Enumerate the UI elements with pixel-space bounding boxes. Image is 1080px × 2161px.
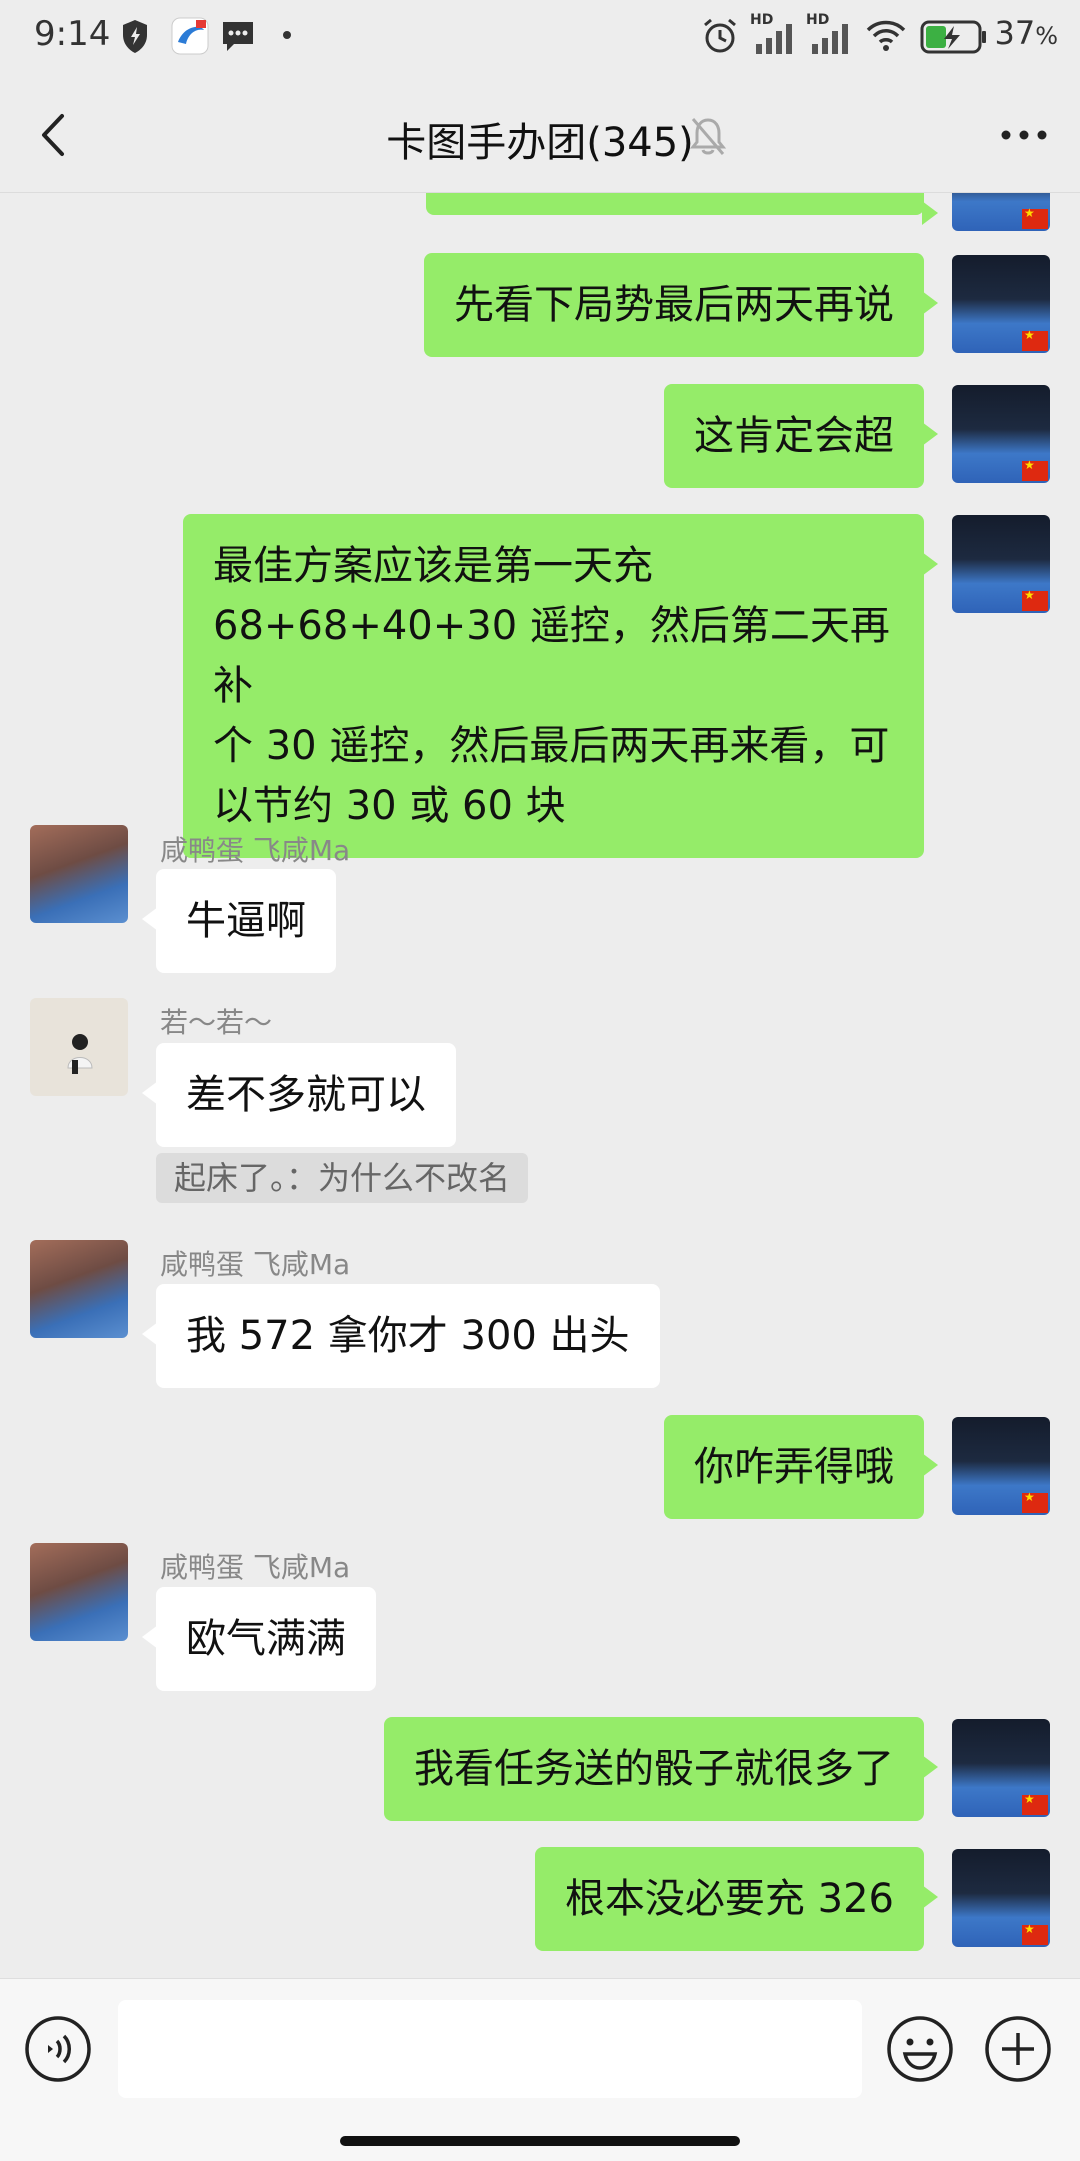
more-dots-icon[interactable]: [994, 110, 1054, 160]
plus-icon[interactable]: [984, 2015, 1052, 2083]
avatar-self[interactable]: [952, 1719, 1050, 1817]
quoted-reply[interactable]: 起床了。：为什么不改名: [156, 1153, 529, 1203]
message-bubble-incoming[interactable]: 欧气满满: [142, 1587, 376, 1691]
person-photo-icon: [67, 1034, 93, 1074]
battery-percent-unit: %: [1035, 22, 1058, 50]
status-time: 9:14: [34, 14, 111, 54]
sender-name: 咸鸭蛋 飞咸Ma: [160, 1248, 351, 1281]
flag-icon: [1022, 328, 1048, 351]
home-indicator[interactable]: [340, 2136, 740, 2146]
status-bar: 9:14 HD HD 37%: [0, 0, 1080, 80]
signal-icon: [812, 24, 848, 54]
message-line: 最佳方案应该是第一天充: [213, 543, 653, 589]
chat-title-wrap: 卡图手办团(345): [0, 110, 1080, 168]
flag-icon: [1022, 1922, 1048, 1945]
avatar-self[interactable]: [952, 255, 1050, 353]
chat-header: 卡图手办团(345): [0, 80, 1080, 193]
message-input[interactable]: [118, 2000, 862, 2098]
message-bubble-outgoing[interactable]: 最佳方案应该是第一天充 68+68+40+30 遥控，然后第二天再补 个 30 …: [183, 514, 938, 858]
message-line: 68+68+40+30 遥控，然后第二天再补: [213, 603, 890, 709]
voice-icon[interactable]: [24, 2015, 92, 2083]
browser-app-icon: [171, 17, 209, 55]
flag-icon: [1022, 1792, 1048, 1815]
composer-bar: [0, 1978, 1080, 2161]
shield-icon: [123, 20, 147, 53]
avatar-self[interactable]: [952, 193, 1050, 231]
avatar-self[interactable]: [952, 1849, 1050, 1947]
avatar-member[interactable]: [30, 998, 128, 1096]
message-bubble-outgoing[interactable]: 这肯定会超: [664, 384, 938, 488]
sender-name: 若～若～: [160, 1006, 273, 1039]
avatar-self[interactable]: [952, 1417, 1050, 1515]
message-bubble-outgoing[interactable]: 先看下局势最后两天再说: [424, 253, 938, 357]
message-bubble-outgoing[interactable]: 根本没必要充 326: [534, 1847, 939, 1951]
message-bubble-outgoing[interactable]: 你咋弄得哦: [664, 1415, 938, 1519]
message-line: 以节约 30 或 60 块: [213, 783, 566, 829]
message-bubble-incoming[interactable]: 差不多就可以: [142, 1043, 456, 1147]
message-bubble-incoming[interactable]: 我 572 拿你才 300 出头: [142, 1284, 660, 1388]
chat-title[interactable]: 卡图手办团(345): [386, 110, 694, 168]
dot-icon: [283, 31, 291, 39]
message-bubble-outgoing[interactable]: 我看任务送的骰子就很多了: [384, 1717, 938, 1821]
message-line: 个 30 遥控，然后最后两天再来看，可: [213, 723, 890, 769]
alarm-icon: [704, 18, 736, 53]
avatar-member[interactable]: [30, 1240, 128, 1338]
avatar-self[interactable]: [952, 385, 1050, 483]
avatar-member[interactable]: [30, 825, 128, 923]
sender-name: 咸鸭蛋 飞咸Ma: [160, 834, 351, 867]
message-list[interactable]: 先看下局势最后两天再说 这肯定会超 最佳方案应该是第一天充 68+68+40+3…: [0, 193, 1080, 1978]
flag-icon: [1022, 1490, 1048, 1513]
signal-icon: [756, 24, 792, 54]
emoji-icon[interactable]: [886, 2015, 954, 2083]
battery-percent-value: 37: [994, 14, 1036, 52]
flag-icon: [1022, 206, 1048, 229]
flag-icon: [1022, 588, 1048, 611]
battery-percent: 37%: [994, 14, 1058, 52]
wifi-icon: [866, 20, 906, 51]
battery-charging-icon: [920, 20, 986, 54]
message-bubble-incoming[interactable]: 牛逼啊: [142, 869, 336, 973]
message-bubble-partial[interactable]: [426, 193, 938, 225]
flag-icon: [1022, 458, 1048, 481]
avatar-member[interactable]: [30, 1543, 128, 1641]
bell-off-icon: [689, 118, 727, 155]
avatar-self[interactable]: [952, 515, 1050, 613]
sender-name: 咸鸭蛋 飞咸Ma: [160, 1551, 351, 1584]
message-icon: [223, 22, 253, 51]
